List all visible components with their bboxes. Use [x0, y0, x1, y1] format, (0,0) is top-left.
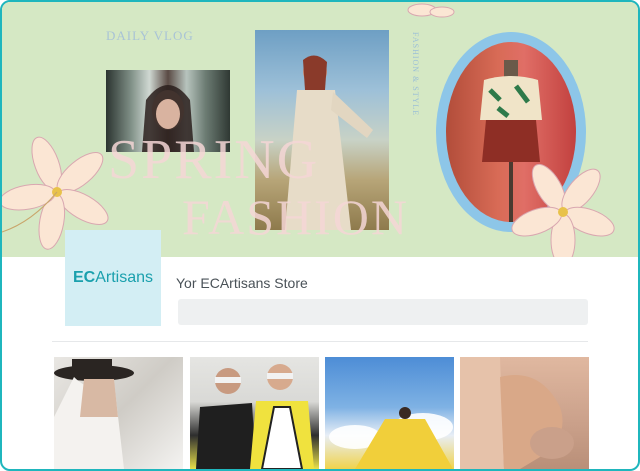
flower-right-icon [511, 163, 615, 257]
logo-text: ECArtisans [73, 269, 153, 287]
store-logo[interactable]: ECArtisans [65, 230, 161, 326]
banner-headline-line1: SPRING [108, 129, 320, 191]
flower-top-icon [407, 3, 455, 18]
gallery-photo-two-models-sunglasses[interactable] [190, 357, 319, 469]
gallery-photo-peach-sleeve[interactable] [460, 357, 589, 469]
gallery-photo-woman-hat[interactable] [54, 357, 183, 469]
hat-figure-icon [54, 359, 134, 469]
yellow-dress-icon [329, 407, 453, 469]
logo-suffix: Artisans [95, 269, 154, 286]
banner-tagline: DAILY VLOG [106, 28, 194, 43]
store-search-input[interactable] [178, 299, 588, 325]
section-divider [52, 341, 588, 342]
store-page-frame: DAILY VLOG FASHION & STYLE SPRING FASHIO… [0, 0, 640, 471]
models-figure-icon [196, 364, 314, 469]
gallery-photo-yellow-dress-sky[interactable] [325, 357, 454, 469]
banner-side-text: FASHION & STYLE [411, 32, 420, 117]
banner-headline-line2: FASHION [182, 189, 409, 245]
peach-sleeve-icon [460, 357, 574, 469]
hero-banner: DAILY VLOG FASHION & STYLE SPRING FASHIO… [2, 2, 638, 257]
logo-prefix: EC [72, 269, 96, 286]
store-title: Yor ECArtisans Store [176, 275, 308, 291]
